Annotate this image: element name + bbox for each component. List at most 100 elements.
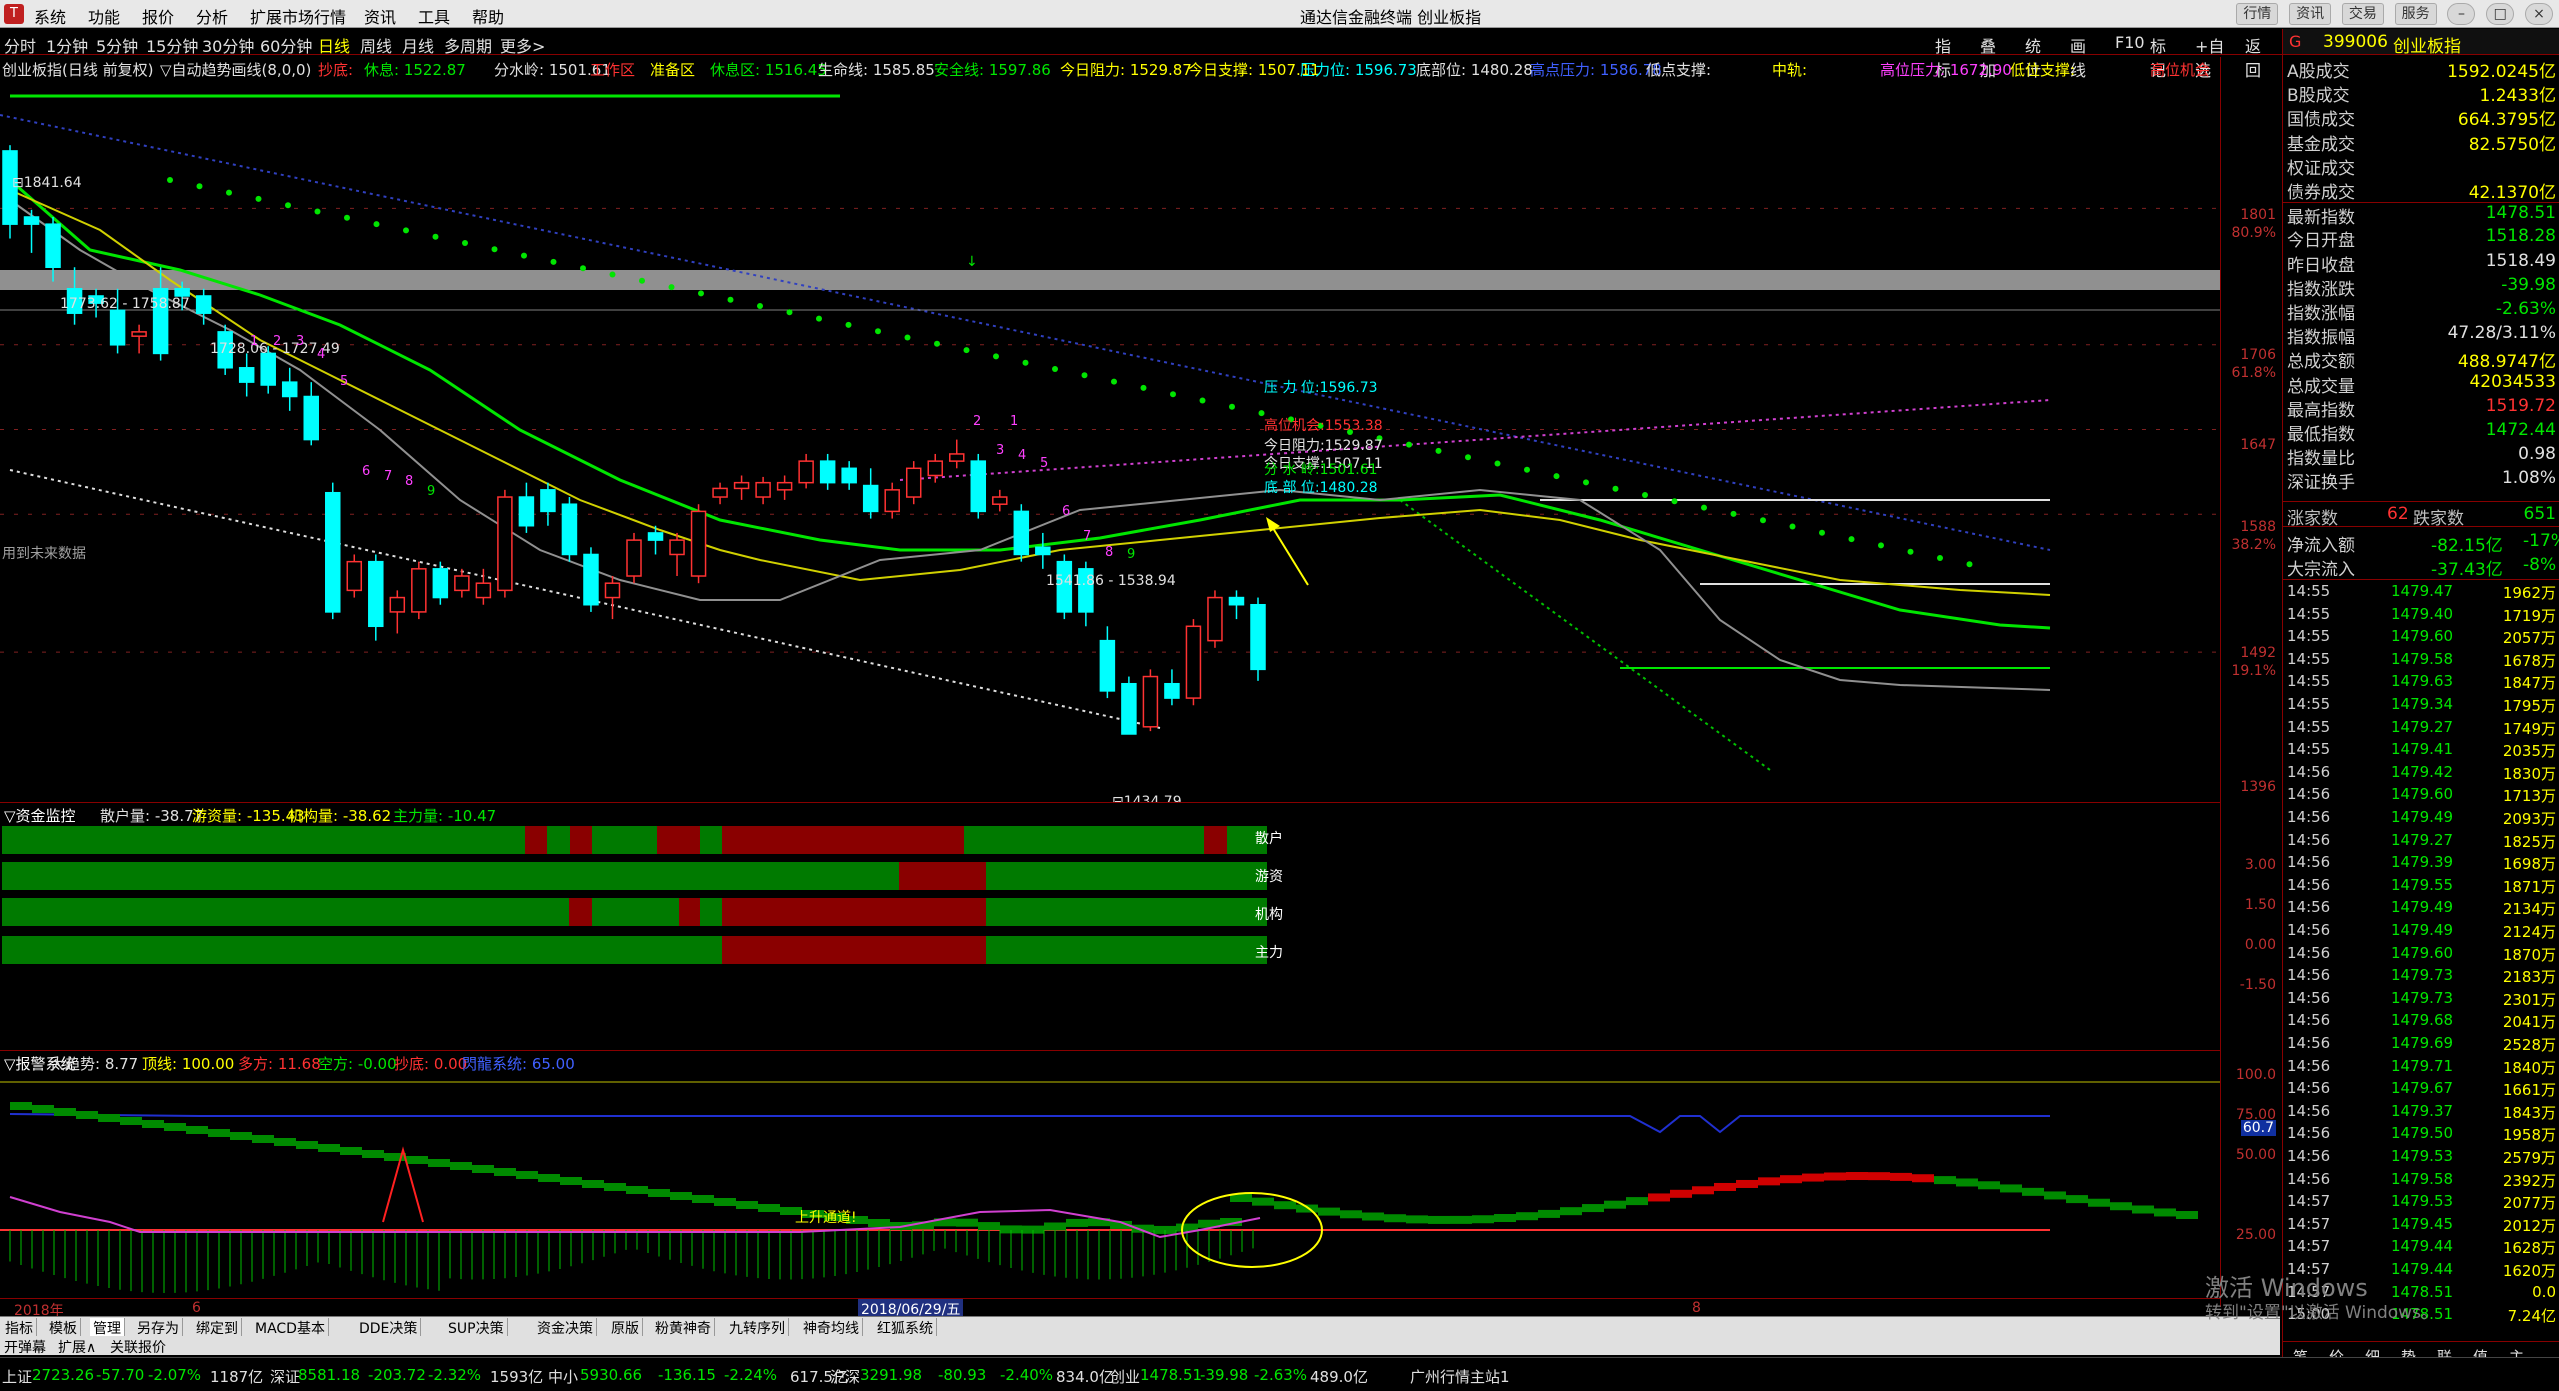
header-btn-trade[interactable]: 交易 <box>2341 3 2384 25</box>
indicator-tab[interactable]: 另存为 <box>134 1318 183 1338</box>
indicator-tab[interactable]: 绑定到 <box>193 1318 242 1338</box>
indicator-tab[interactable]: 九转序列 <box>726 1318 789 1338</box>
tick-price: 1479.45 <box>2391 1214 2454 1233</box>
menu-item-ext-market[interactable]: 扩展市场行情 <box>250 4 346 28</box>
window-controls: 行情 资讯 交易 服务 – □ × <box>2230 3 2553 25</box>
price-axis: 1801 80.9% 1706 61.8% 1647 1588 38.2% 14… <box>2220 57 2280 1307</box>
tick-time: 14:55 <box>2287 604 2331 623</box>
candle <box>109 309 126 346</box>
indicator-tab[interactable]: 红狐系统 <box>874 1318 937 1338</box>
indicator-tab[interactable]: 原版 <box>608 1318 643 1338</box>
menu-item-tools[interactable]: 工具 <box>418 4 450 28</box>
period-tab[interactable]: 15分钟 <box>146 33 198 57</box>
trend-dot <box>255 195 262 202</box>
period-tab[interactable]: 多周期 <box>444 33 492 57</box>
period-tab[interactable]: 1分钟 <box>46 33 88 57</box>
period-tab[interactable]: 60分钟 <box>260 33 312 57</box>
tick-list[interactable]: 14:55 1479.47 1962万 14:55 1479.40 1719万 14:55 1… <box>2283 579 2559 1329</box>
tick-price: 1479.50 <box>2391 1124 2454 1143</box>
menu-item-analysis[interactable]: 分析 <box>196 4 228 28</box>
tick-price: 1479.41 <box>2391 740 2454 759</box>
axis-label: 1.50 <box>2244 897 2276 913</box>
tab-barrage[interactable]: 开弹幕 <box>4 1337 46 1357</box>
header-btn-news[interactable]: 资讯 <box>2289 3 2332 25</box>
tick-row: 14:56 1479.60 1870万 <box>2283 942 2559 965</box>
quote-stat-row: 最新指数 1478.51 <box>2283 202 2559 228</box>
tab-expand[interactable]: 扩展∧ <box>58 1337 96 1357</box>
trend-dot <box>1465 454 1471 461</box>
menu-item-function[interactable]: 功能 <box>88 4 120 28</box>
status-item: -2.63% <box>1254 1366 1308 1384</box>
close-icon[interactable]: × <box>2525 3 2553 25</box>
status-item: 5930.66 <box>580 1366 643 1384</box>
tick-price: 1479.49 <box>2391 898 2454 917</box>
period-tab[interactable]: 分时 <box>4 33 36 57</box>
stat-value: 1478.51 <box>2485 203 2556 224</box>
alarm-step <box>1692 1186 1714 1195</box>
tick-row: 14:55 1479.60 2057万 <box>2283 625 2559 648</box>
alarm-step <box>1626 1197 1648 1206</box>
alarm-step <box>54 1108 76 1116</box>
maximize-icon[interactable]: □ <box>2486 3 2515 25</box>
alarm-chart[interactable]: 上升通道! <box>0 1072 2220 1298</box>
menu-item-help[interactable]: 帮助 <box>472 4 504 28</box>
alarm-step <box>1318 1207 1340 1216</box>
menu-item-system[interactable]: 系统 <box>34 4 66 28</box>
trend-line-pink <box>899 399 2051 481</box>
candle <box>131 331 147 337</box>
indicator-tab[interactable]: DDE决策 <box>356 1318 422 1338</box>
alarm-step <box>76 1111 98 1119</box>
trend-dot <box>580 265 586 272</box>
menu-item-news[interactable]: 资讯 <box>364 4 396 28</box>
tool-f10[interactable]: F10 <box>2115 33 2145 52</box>
trend-line-green <box>1399 499 1771 771</box>
trend-dot <box>845 321 852 328</box>
indicator-tab[interactable]: SUP决策 <box>445 1318 508 1338</box>
sequence-number: 4 <box>317 347 325 362</box>
tick-time: 14:56 <box>2287 1147 2331 1165</box>
indicator-tab[interactable]: MACD基本 <box>252 1318 329 1338</box>
period-tab[interactable]: 5分钟 <box>96 33 138 57</box>
alarm-step <box>538 1174 560 1182</box>
indicator-tab[interactable]: 粉黄神奇 <box>652 1318 715 1338</box>
sequence-number: 2 <box>273 334 281 349</box>
period-tab[interactable]: 月线 <box>402 33 434 57</box>
trend-dot <box>757 303 763 309</box>
fund-bar-segment <box>722 898 986 926</box>
alarm-step <box>516 1171 538 1179</box>
minimize-icon[interactable]: – <box>2447 3 2476 25</box>
tick-time: 14:55 <box>2287 627 2331 646</box>
trend-dot <box>550 258 557 265</box>
flow-value: -82.15亿 <box>2431 536 2503 556</box>
tick-time: 14:55 <box>2287 649 2331 668</box>
candle <box>540 489 556 513</box>
status-item: -2.24% <box>724 1366 778 1384</box>
indicator-tab[interactable]: 管理 <box>90 1318 125 1338</box>
indicator-tab[interactable]: 模板 <box>46 1318 81 1338</box>
period-tab-active[interactable]: 日线 <box>318 33 350 57</box>
candle <box>1164 682 1180 699</box>
status-item: 中小 <box>548 1368 579 1386</box>
sequence-number: 3 <box>296 334 304 349</box>
trend-dot <box>668 284 675 291</box>
trend-dot <box>1258 410 1265 417</box>
tab-linked-quote[interactable]: 关联报价 <box>110 1337 166 1357</box>
period-tab[interactable]: 30分钟 <box>202 33 254 57</box>
kline-chart[interactable]: ⊟1841.641773.62 - 1758.871728.06 - 1727.… <box>0 80 2220 802</box>
alarm-step <box>2088 1198 2110 1207</box>
trend-dot <box>1081 372 1088 379</box>
flow-percent: -17% <box>2523 531 2559 551</box>
period-tab[interactable]: 周线 <box>360 33 392 57</box>
period-tab-more[interactable]: 更多> <box>500 33 545 57</box>
header-btn-service[interactable]: 服务 <box>2394 3 2437 25</box>
candle <box>1228 596 1245 606</box>
candle <box>368 560 384 628</box>
alarm-step <box>1450 1215 1472 1224</box>
quote-stat-row: 指数涨跌 -39.98 <box>2283 275 2559 300</box>
indicator-tab[interactable]: 指标 <box>2 1318 37 1338</box>
tick-volume: 1840万 <box>2502 1058 2556 1077</box>
menu-item-quote[interactable]: 报价 <box>142 4 174 28</box>
indicator-tab[interactable]: 资金决策 <box>534 1318 597 1338</box>
header-btn-quote[interactable]: 行情 <box>2236 3 2279 25</box>
indicator-tab[interactable]: 神奇均线 <box>800 1318 863 1338</box>
